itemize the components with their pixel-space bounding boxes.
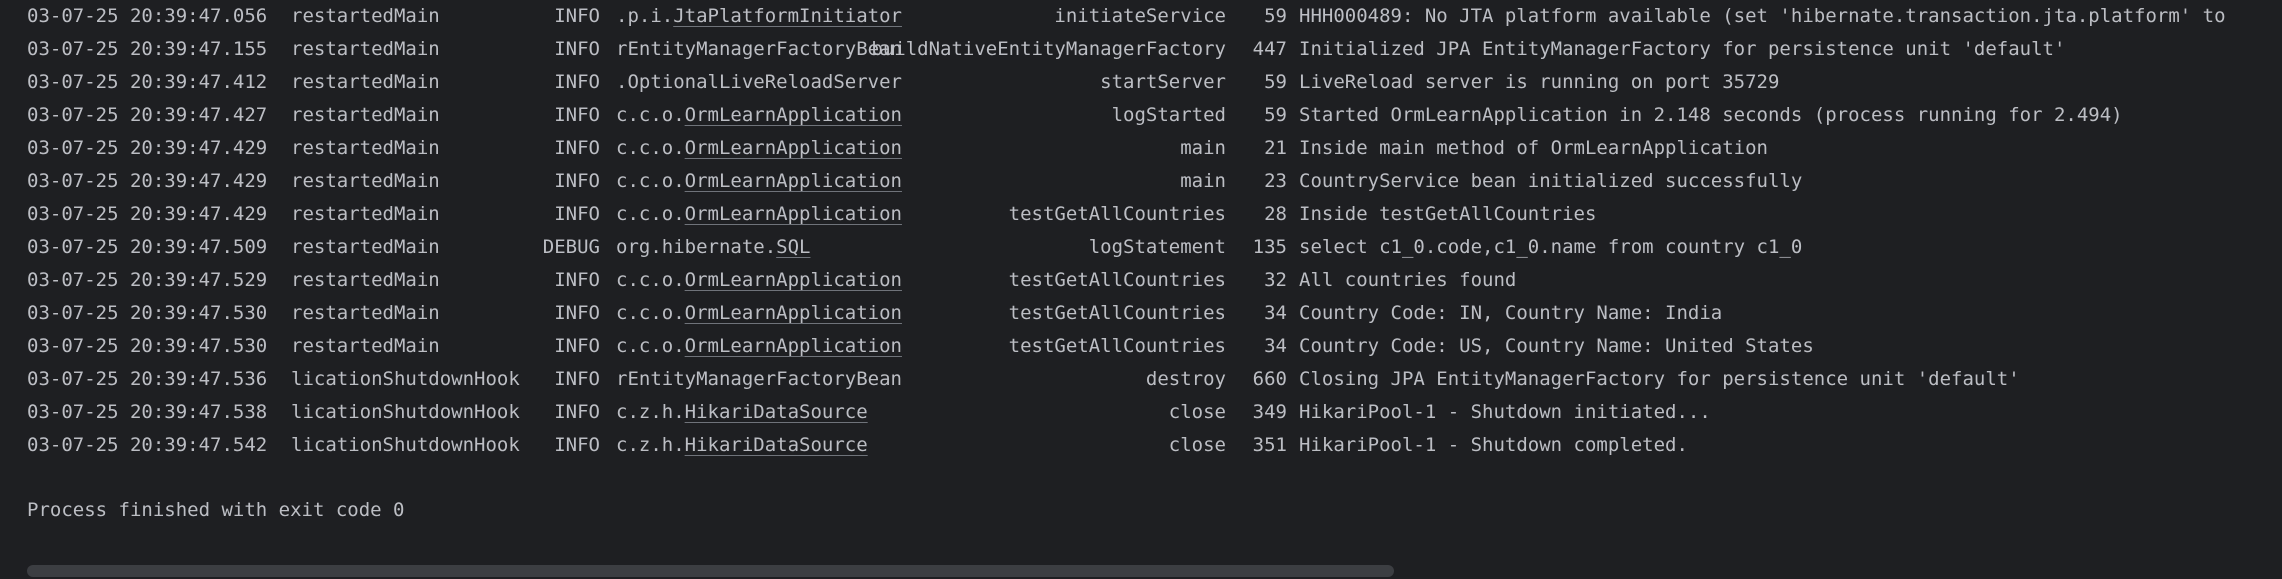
log-message: HikariPool-1 - Shutdown completed.	[1299, 434, 1688, 456]
log-line-number: 351	[1252, 434, 1287, 456]
log-message: HHH000489: No JTA platform available (se…	[1299, 5, 2226, 27]
log-line-number: 59	[1264, 5, 1287, 27]
log-line: 03-07-25 20:39:47.429 restartedMain INFO c.…	[0, 198, 2282, 231]
log-line: 03-07-25 20:39:47.538 licationShutdownHoo…	[0, 396, 2282, 429]
log-message: Country Code: US, Country Name: United S…	[1299, 335, 1814, 357]
log-line-number: 28	[1264, 203, 1287, 225]
log-line: 03-07-25 20:39:47.412 restartedMain INFO .O…	[0, 66, 2282, 99]
log-message: Inside main method of OrmLearnApplicatio…	[1299, 137, 1768, 159]
log-line: 03-07-25 20:39:47.155 restartedMain INFO rE…	[0, 33, 2282, 66]
log-line-number: 34	[1264, 335, 1287, 357]
log-line: 03-07-25 20:39:47.530 restartedMain INFO c.…	[0, 330, 2282, 363]
log-line-number: 34	[1264, 302, 1287, 324]
log-output: 03-07-25 20:39:47.056 restartedMain INFO .p…	[0, 0, 2282, 462]
log-line-number: 660	[1252, 368, 1287, 390]
log-message: select c1_0.code,c1_0.name from country …	[1299, 236, 1803, 258]
log-message: LiveReload server is running on port 357…	[1299, 71, 1780, 93]
log-line-number: 23	[1264, 170, 1287, 192]
log-line-number: 32	[1264, 269, 1287, 291]
exit-message: Process finished with exit code 0	[27, 499, 405, 521]
log-line: 03-07-25 20:39:47.429 restartedMain INFO c.…	[0, 132, 2282, 165]
log-message: Closing JPA EntityManagerFactory for per…	[1299, 368, 2020, 390]
log-message: All countries found	[1299, 269, 1517, 291]
horizontal-scrollbar-thumb[interactable]	[27, 565, 1394, 577]
log-message: Started OrmLearnApplication in 2.148 sec…	[1299, 104, 2123, 126]
horizontal-scrollbar[interactable]	[0, 563, 2282, 577]
log-line: 03-07-25 20:39:47.429 restartedMain INFO c.…	[0, 165, 2282, 198]
log-line-number: 59	[1264, 71, 1287, 93]
log-line: 03-07-25 20:39:47.542 licationShutdownHoo…	[0, 429, 2282, 462]
log-message: HikariPool-1 - Shutdown initiated...	[1299, 401, 1711, 423]
log-message: Initialized JPA EntityManagerFactory for…	[1299, 38, 2066, 60]
log-line-number: 135	[1252, 236, 1287, 258]
log-line-number: 447	[1252, 38, 1287, 60]
log-line-number: 21	[1264, 137, 1287, 159]
log-line-number: 59	[1264, 104, 1287, 126]
run-console[interactable]: 03-07-25 20:39:47.056 restartedMain INFO .p…	[0, 0, 2282, 579]
log-line: 03-07-25 20:39:47.427 restartedMain INFO c.…	[0, 99, 2282, 132]
log-line: 03-07-25 20:39:47.536 licationShutdownHoo…	[0, 363, 2282, 396]
log-line: 03-07-25 20:39:47.056 restartedMain INFO .p…	[0, 0, 2282, 33]
log-message: Country Code: IN, Country Name: India	[1299, 302, 1723, 324]
log-message: Inside testGetAllCountries	[1299, 203, 1597, 225]
log-line: 03-07-25 20:39:47.509 restartedMain DEBUG o…	[0, 231, 2282, 264]
log-line-number: 349	[1252, 401, 1287, 423]
log-message: CountryService bean initialized successf…	[1299, 170, 1803, 192]
log-line: 03-07-25 20:39:47.529 restartedMain INFO c.…	[0, 264, 2282, 297]
log-line: 03-07-25 20:39:47.530 restartedMain INFO c.…	[0, 297, 2282, 330]
